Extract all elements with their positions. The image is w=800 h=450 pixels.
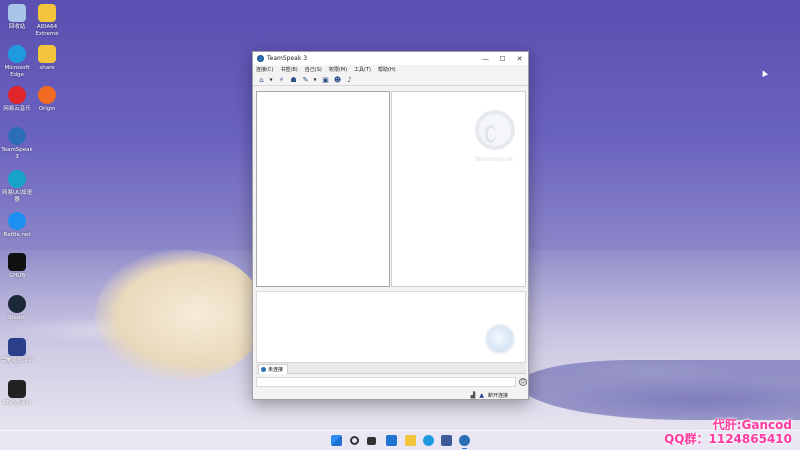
menu-permissions[interactable]: 权限(M) (329, 66, 347, 73)
connect-icon[interactable]: ⌂ (257, 76, 266, 84)
desktop-icon-share[interactable]: share (30, 45, 64, 72)
desktop-icon-label: share (39, 65, 55, 71)
netease-music-icon (8, 86, 26, 104)
menu-connections[interactable]: 连接(C) (256, 66, 273, 73)
chat-tab-bar: 未连接 (256, 363, 526, 374)
chevron-down-icon[interactable]: ▼ (313, 76, 317, 84)
wallpaper-fox (95, 250, 265, 380)
widgets-icon[interactable] (386, 435, 397, 446)
disconnect-icon[interactable]: ⚡ (277, 76, 286, 84)
contacts-icon[interactable]: ☻ (333, 76, 342, 84)
teamspeak-icon (8, 127, 26, 145)
ghub-icon (8, 253, 26, 271)
desktop-icon-recycle-bin[interactable]: 回收站 (0, 4, 34, 31)
desktop-icon-netease-music[interactable]: 网易云音乐 (0, 86, 34, 113)
desktop-icon-label: 网易UU加速器 (1, 190, 33, 203)
explorer-icon[interactable] (405, 435, 416, 446)
desktop-icon-steam[interactable]: Steam (0, 295, 34, 322)
mouse-cursor (760, 69, 768, 77)
server-tree-pane[interactable] (256, 91, 390, 287)
teamspeak-window: TeamSpeak 3 — ☐ ✕ 连接(C) 书签(B) 自己(S) 权限(M… (252, 51, 529, 400)
minimize-button[interactable]: — (477, 55, 494, 63)
desktop-icon-label: Battle.net (3, 232, 31, 238)
chat-tab-server[interactable]: 未连接 (258, 364, 289, 374)
close-button[interactable]: ✕ (511, 55, 528, 63)
edge-icon[interactable] (423, 435, 434, 446)
start-icon[interactable] (331, 435, 342, 446)
teamspeak-watermark-icon (485, 324, 515, 354)
mute-icon[interactable]: ✎ (301, 76, 310, 84)
perfect-world-icon (8, 338, 26, 356)
chevron-down-icon[interactable]: ▼ (269, 76, 273, 84)
maximize-button[interactable]: ☐ (494, 55, 511, 63)
menu-bar: 连接(C) 书签(B) 自己(S) 权限(M) 工具(T) 帮助(H) (253, 65, 528, 74)
teamspeak-logo-icon (475, 110, 515, 150)
steam-icon (8, 295, 26, 313)
uu-accelerator-icon (8, 170, 26, 188)
away-icon[interactable]: ☗ (289, 76, 298, 84)
desktop-icon-label: AIDA64 Extreme (35, 24, 59, 37)
menu-tools[interactable]: 工具(T) (354, 66, 371, 73)
chat-log-pane (256, 291, 526, 363)
info-pane: TeamSpeak (391, 91, 526, 287)
desktop-icon-label: TeamSpeak 3 (1, 147, 33, 160)
folder-icon (38, 45, 56, 63)
desktop-icon-label: Steam (8, 315, 26, 321)
whisper-icon[interactable]: ♪ (345, 76, 354, 84)
desktop-icon-label: 完美对战平台 (0, 358, 34, 364)
emoji-button[interactable]: ☺ (519, 378, 527, 386)
store-icon[interactable] (441, 435, 452, 446)
desktop-icon-label: 回收站 (8, 24, 26, 30)
desktop-icon-label: GHUB (8, 273, 26, 279)
network-icon: ▟ (470, 391, 476, 399)
desktop-icon-label: 5E对战平台 (2, 400, 32, 406)
desktop-icon-uu-accelerator[interactable]: 网易UU加速器 (0, 170, 34, 204)
5e-platform-icon (8, 380, 26, 398)
teamspeak-icon[interactable] (459, 435, 470, 449)
desktop-icon-label: 网易云音乐 (3, 106, 31, 112)
search-icon[interactable] (350, 436, 359, 445)
warning-icon: ▲ (479, 391, 484, 399)
desktop-icon-teamspeak[interactable]: TeamSpeak 3 (0, 127, 34, 161)
desktop-icon-5e-platform[interactable]: 5E对战平台 (0, 380, 34, 407)
watermark-line-1: 代肝:Gancod (712, 418, 792, 432)
teamspeak-icon (257, 55, 264, 62)
desktop-icon-ghub[interactable]: GHUB (0, 253, 34, 280)
status-bar: ▟ ▲ 断开连接 (253, 390, 528, 400)
status-text: 断开连接 (487, 392, 508, 399)
desktop-icon-perfect-world[interactable]: 完美对战平台 (0, 338, 34, 365)
watermark-line-2: QQ群：1124865410 (664, 432, 792, 446)
server-status-icon (261, 367, 266, 372)
task-view-icon[interactable] (367, 437, 376, 445)
title-bar[interactable]: TeamSpeak 3 — ☐ ✕ (253, 52, 528, 65)
desktop-icon-label: Microsoft Edge (4, 65, 30, 78)
menu-bookmarks[interactable]: 书签(B) (280, 66, 297, 73)
watermark: 代肝:Gancod QQ群：1124865410 (664, 418, 792, 446)
menu-help[interactable]: 帮助(H) (378, 66, 396, 73)
window-title: TeamSpeak 3 (267, 55, 308, 62)
desktop-icon-aida64[interactable]: AIDA64 Extreme (30, 4, 64, 38)
chat-icon[interactable]: ▣ (321, 76, 330, 84)
edge-icon (8, 45, 26, 63)
desktop-icon-battlenet[interactable]: Battle.net (0, 212, 34, 239)
toolbar: ⌂ ▼ ⚡ ☗ ✎ ▼ ▣ ☻ ♪ (253, 74, 528, 86)
recycle-bin-icon (8, 4, 26, 22)
battlenet-icon (8, 212, 26, 230)
folder-icon (38, 4, 56, 22)
chat-tab-label: 未连接 (268, 367, 284, 373)
menu-self[interactable]: 自己(S) (305, 66, 322, 73)
desktop-icon-label: Origin (38, 106, 56, 112)
chat-input[interactable] (256, 377, 516, 387)
origin-icon (38, 86, 56, 104)
desktop-icon-edge[interactable]: Microsoft Edge (0, 45, 34, 79)
desktop-icon-origin[interactable]: Origin (30, 86, 64, 113)
info-pane-logo-text: TeamSpeak (474, 156, 513, 163)
